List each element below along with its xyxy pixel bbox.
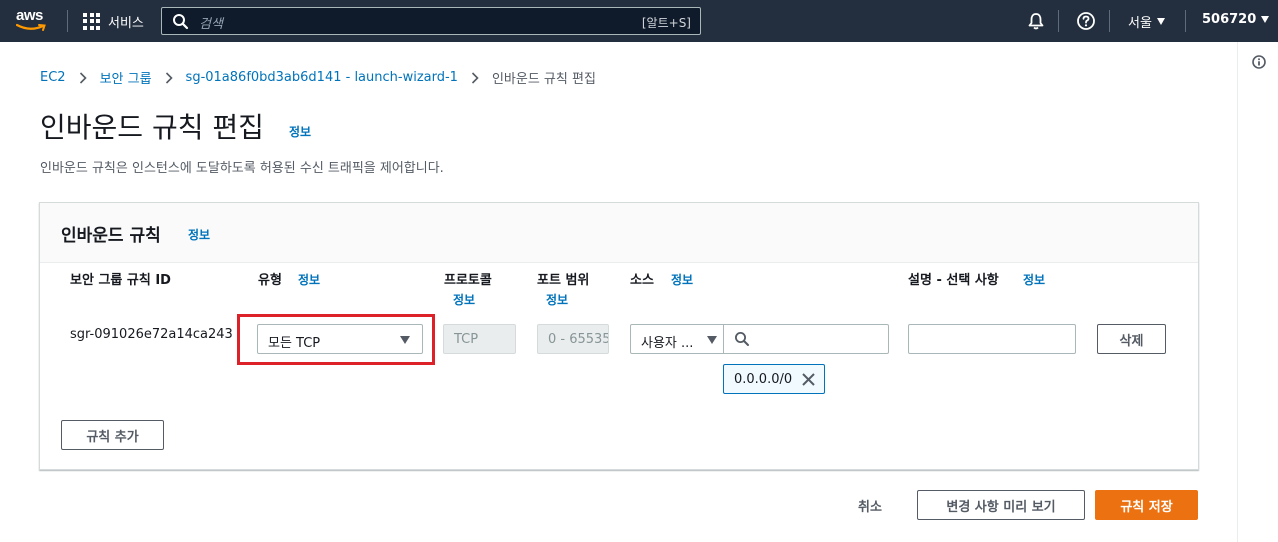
port-range-field: 0 - 65535 bbox=[537, 324, 609, 354]
panel-title: 인바운드 규칙 bbox=[61, 226, 161, 246]
nav-divider bbox=[1185, 10, 1186, 32]
chevron-right-icon bbox=[471, 71, 479, 84]
col-header-port-range: 포트 범위 bbox=[537, 273, 590, 288]
chevron-right-icon bbox=[165, 71, 173, 84]
region-label: 서울 bbox=[1128, 16, 1152, 31]
caret-down-icon bbox=[1156, 18, 1165, 25]
grid-menu-icon bbox=[83, 12, 100, 30]
type-select[interactable]: 모든 TCP bbox=[257, 324, 423, 354]
page-title: 인바운드 규칙 편집 bbox=[40, 111, 264, 144]
page-description: 인바운드 규칙은 인스턴스에 도달하도록 허용된 수신 트래픽을 제어합니다. bbox=[40, 161, 444, 176]
aws-smile-icon bbox=[16, 23, 46, 31]
col-header-description: 설명 - 선택 사항 bbox=[908, 273, 999, 288]
port-range-info-link[interactable]: 정보 bbox=[546, 291, 568, 308]
breadcrumb-security-groups[interactable]: 보안 그룹 bbox=[100, 68, 152, 87]
search-icon bbox=[173, 14, 189, 30]
cancel-button[interactable]: 취소 bbox=[858, 496, 882, 515]
col-header-protocol: 프로토콜 bbox=[444, 273, 492, 288]
source-type-select[interactable]: 사용자 ... bbox=[630, 324, 724, 354]
description-input[interactable] bbox=[908, 324, 1076, 354]
account-menu[interactable]: 506720 bbox=[1202, 12, 1270, 27]
nav-divider bbox=[1109, 10, 1110, 32]
source-info-link[interactable]: 정보 bbox=[671, 271, 693, 288]
source-search-input[interactable] bbox=[723, 324, 889, 354]
help-icon[interactable] bbox=[1076, 11, 1096, 31]
nav-divider bbox=[67, 10, 68, 32]
breadcrumb-current: 인바운드 규칙 편집 bbox=[491, 72, 596, 87]
caret-down-icon bbox=[1261, 16, 1270, 23]
services-menu[interactable]: 서비스 bbox=[83, 11, 144, 31]
source-type-value: 사용자 ... bbox=[641, 336, 694, 351]
save-rules-button[interactable]: 규칙 저장 bbox=[1095, 490, 1198, 520]
close-icon[interactable] bbox=[801, 372, 816, 387]
preview-changes-button[interactable]: 변경 사항 미리 보기 bbox=[917, 490, 1085, 520]
type-select-value: 모든 TCP bbox=[268, 336, 321, 351]
nav-divider bbox=[1058, 10, 1059, 32]
region-selector[interactable]: 서울 bbox=[1128, 12, 1165, 31]
top-navigation: aws 서비스 검색 [알트+S] 서울 506720 bbox=[0, 0, 1278, 42]
bell-icon[interactable] bbox=[1026, 11, 1046, 31]
breadcrumb: EC2 보안 그룹 sg-01a86f0bd3ab6d141 - launch-… bbox=[40, 68, 596, 87]
services-label: 서비스 bbox=[108, 15, 144, 31]
search-placeholder: 검색 bbox=[199, 17, 223, 32]
col-header-source: 소스 bbox=[630, 273, 654, 288]
panel-info-link[interactable]: 정보 bbox=[188, 226, 210, 243]
source-token-value: 0.0.0.0/0 bbox=[734, 372, 793, 387]
aws-logo-text: aws bbox=[16, 7, 43, 24]
search-icon bbox=[735, 332, 749, 346]
search-shortcut: [알트+S] bbox=[641, 16, 691, 30]
inbound-rules-panel: 인바운드 규칙 정보 보안 그룹 규칙 ID 유형 정보 프로토콜 정보 포트 … bbox=[39, 202, 1199, 470]
account-label: 506720 bbox=[1202, 12, 1257, 27]
breadcrumb-ec2[interactable]: EC2 bbox=[40, 70, 66, 85]
col-header-rule-id: 보안 그룹 규칙 ID bbox=[70, 273, 171, 288]
col-header-type: 유형 bbox=[258, 273, 282, 288]
chevron-right-icon bbox=[79, 71, 87, 84]
source-token: 0.0.0.0/0 bbox=[723, 364, 825, 394]
caret-down-icon bbox=[400, 336, 410, 344]
aws-logo[interactable]: aws bbox=[16, 8, 52, 34]
type-info-link[interactable]: 정보 bbox=[298, 271, 320, 288]
page-info-link[interactable]: 정보 bbox=[289, 123, 311, 140]
global-search-input[interactable]: 검색 [알트+S] bbox=[161, 7, 701, 35]
breadcrumb-security-group[interactable]: sg-01a86f0bd3ab6d141 - launch-wizard-1 bbox=[186, 70, 458, 85]
info-icon[interactable] bbox=[1252, 55, 1266, 69]
tools-rail bbox=[1237, 42, 1278, 542]
panel-header: 인바운드 규칙 정보 bbox=[40, 203, 1198, 263]
protocol-info-link[interactable]: 정보 bbox=[453, 291, 475, 308]
caret-down-icon bbox=[707, 336, 717, 344]
rule-id: sgr-091026e72a14ca243 bbox=[70, 327, 233, 342]
delete-button[interactable]: 삭제 bbox=[1097, 324, 1166, 354]
protocol-field: TCP bbox=[443, 324, 516, 354]
add-rule-button[interactable]: 규칙 추가 bbox=[61, 420, 164, 450]
description-info-link[interactable]: 정보 bbox=[1023, 271, 1045, 288]
